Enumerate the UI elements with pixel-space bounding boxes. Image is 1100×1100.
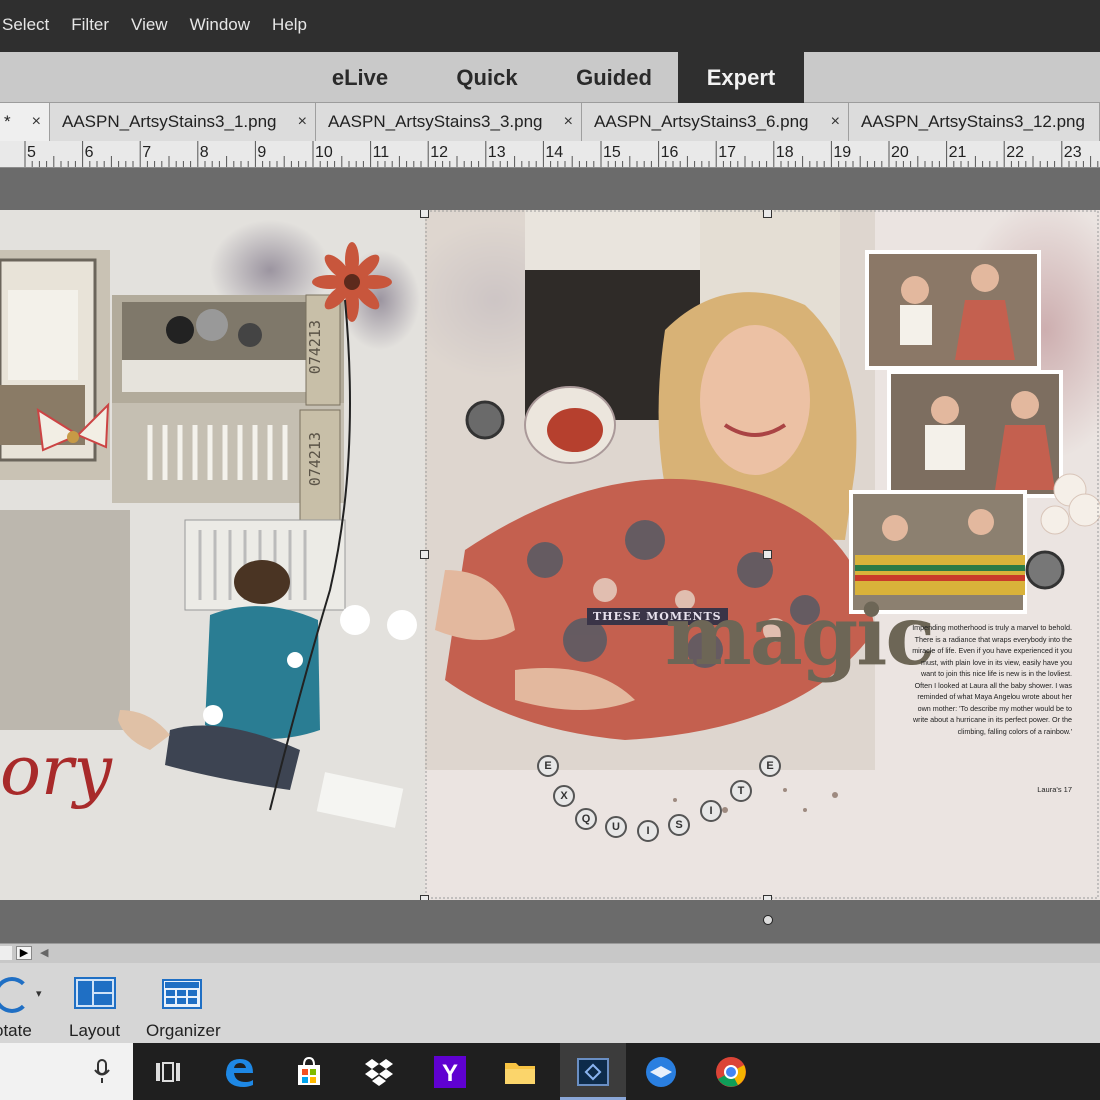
thunderbird-icon[interactable] [644, 1055, 678, 1089]
transform-handle[interactable] [763, 550, 772, 559]
letter-badge: E [759, 755, 781, 777]
ruler-label: 18 [775, 144, 794, 161]
layout-panel-right-top [94, 981, 112, 992]
ruler-label: 9 [257, 144, 267, 161]
photoshop-elements-icon[interactable] [576, 1055, 610, 1089]
tab-expert[interactable]: Expert [678, 52, 804, 103]
journal-credit: Laura's 17 [1037, 785, 1072, 794]
close-icon[interactable]: × [831, 103, 840, 141]
tab-quick[interactable]: Quick [440, 52, 534, 103]
tab-guided[interactable]: Guided [560, 52, 668, 103]
magic-title: magic [665, 588, 935, 684]
store-icon[interactable] [292, 1055, 326, 1089]
ruler-label: 11 [372, 144, 390, 161]
layout-icon[interactable] [74, 977, 116, 1009]
menu-select[interactable]: Select [0, 0, 60, 52]
bottom-toolbar: ▾ otate Layout Organizer [0, 963, 1100, 1043]
transform-handle[interactable] [763, 895, 772, 900]
ruler-label: 21 [948, 144, 967, 161]
transform-handle[interactable] [420, 895, 429, 900]
ruler-label: 19 [833, 144, 852, 161]
close-icon[interactable]: × [298, 103, 307, 141]
doc-tab-artsystains-1[interactable]: AASPN_ArtsyStains3_1.png × [50, 103, 316, 141]
horizontal-ruler: 5 6 7 8 9 10 11 12 13 14 15 16 17 18 19 20 21 22 23 [0, 141, 1100, 168]
letter-badge: I [700, 800, 722, 822]
rotate-handle[interactable] [763, 915, 773, 925]
doc-tab-label: AASPN_ArtsyStains3_6.png [594, 112, 809, 131]
tab-elive[interactable]: eLive [318, 52, 402, 103]
doc-tab-label: AASPN_ArtsyStains3_3.png [328, 112, 543, 131]
letter-badge: T [730, 780, 752, 802]
scroll-right-arrow[interactable]: ▶ [16, 946, 32, 960]
ruler-label: 8 [199, 144, 209, 161]
scroll-track-start [0, 946, 12, 960]
document-tabs: * × AASPN_ArtsyStains3_1.png × AASPN_Art… [0, 103, 1100, 141]
ruler-label: 10 [315, 144, 333, 161]
ruler-label: 17 [718, 144, 736, 161]
task-view-icon[interactable] [150, 1055, 184, 1089]
yahoo-icon[interactable]: Y [433, 1055, 467, 1089]
chrome-icon[interactable] [714, 1055, 748, 1089]
transform-handle[interactable] [763, 210, 772, 218]
doc-tab-label: AASPN_ArtsyStains3_12.png [861, 112, 1085, 131]
letter-badge: X [553, 785, 575, 807]
document-canvas[interactable]: ory 074213 074213 THESE MOMENTS magic Im… [0, 210, 1100, 900]
doc-tab-current[interactable]: * × [0, 103, 50, 141]
windows-taskbar: Y [0, 1043, 1100, 1100]
ruler-label: 16 [660, 144, 679, 161]
ruler-label: 7 [142, 144, 152, 161]
letter-badge: I [637, 820, 659, 842]
letter-badge: U [605, 816, 627, 838]
doc-tab-artsystains-6[interactable]: AASPN_ArtsyStains3_6.png × [582, 103, 849, 141]
tag-number-2: 074213 [306, 432, 324, 487]
ruler-label: 22 [1006, 144, 1024, 161]
horizontal-scrollbar[interactable]: ▶ ◀ [0, 943, 1100, 963]
letter-badge: Q [575, 808, 597, 830]
svg-text:Y: Y [442, 1060, 458, 1087]
scroll-left-arrow[interactable]: ◀ [40, 946, 48, 959]
close-icon[interactable]: × [564, 103, 573, 141]
close-icon[interactable]: × [32, 103, 41, 141]
taskbar-search-area[interactable] [0, 1043, 133, 1100]
letter-badge: S [668, 814, 690, 836]
menu-bar: Select Filter View Window Help [0, 0, 1100, 52]
doc-tab-label: AASPN_ArtsyStains3_1.png [62, 112, 277, 131]
letter-badge: E [537, 755, 559, 777]
chevron-down-icon[interactable]: ▾ [36, 987, 42, 1000]
ruler-label: 6 [84, 144, 94, 161]
transform-handle[interactable] [420, 550, 429, 559]
rotate-icon[interactable] [0, 977, 30, 1013]
tag-number-1: 074213 [306, 320, 324, 375]
doc-tab-label: * [4, 112, 11, 131]
menu-help[interactable]: Help [261, 0, 318, 52]
left-page: ory 074213 074213 [0, 210, 425, 900]
mode-bar: eLive Quick Guided Expert [0, 52, 1100, 103]
doc-tab-artsystains-3[interactable]: AASPN_ArtsyStains3_3.png × [316, 103, 582, 141]
ruler-label: 15 [603, 144, 621, 161]
layout-panel-right-bottom [94, 994, 112, 1005]
organizer-grid [165, 982, 199, 1004]
ruler-label: 23 [1063, 144, 1082, 161]
menu-filter[interactable]: Filter [60, 0, 120, 52]
microphone-icon[interactable] [93, 1059, 111, 1085]
script-title-fragment: ory [0, 732, 112, 811]
file-explorer-icon[interactable] [503, 1055, 537, 1089]
dropbox-icon[interactable] [362, 1055, 396, 1089]
layout-button[interactable]: Layout [69, 1021, 120, 1041]
ruler-label: 14 [545, 144, 564, 161]
ruler-label: 5 [27, 144, 36, 161]
rotate-button[interactable]: otate [0, 1021, 32, 1041]
ruler-label: 12 [430, 144, 448, 161]
ruler-label: 20 [891, 144, 909, 161]
menu-window[interactable]: Window [179, 0, 261, 52]
edge-icon[interactable] [222, 1055, 256, 1089]
organizer-button[interactable]: Organizer [146, 1021, 221, 1041]
menu-view[interactable]: View [120, 0, 179, 52]
ruler-label: 13 [487, 144, 506, 161]
doc-tab-artsystains-12[interactable]: AASPN_ArtsyStains3_12.png [849, 103, 1100, 141]
transform-handle[interactable] [420, 210, 429, 218]
organizer-icon[interactable] [162, 979, 202, 1009]
layout-panel-left [78, 981, 92, 1005]
journal-text: Impending motherhood is truly a marvel t… [912, 623, 1072, 736]
